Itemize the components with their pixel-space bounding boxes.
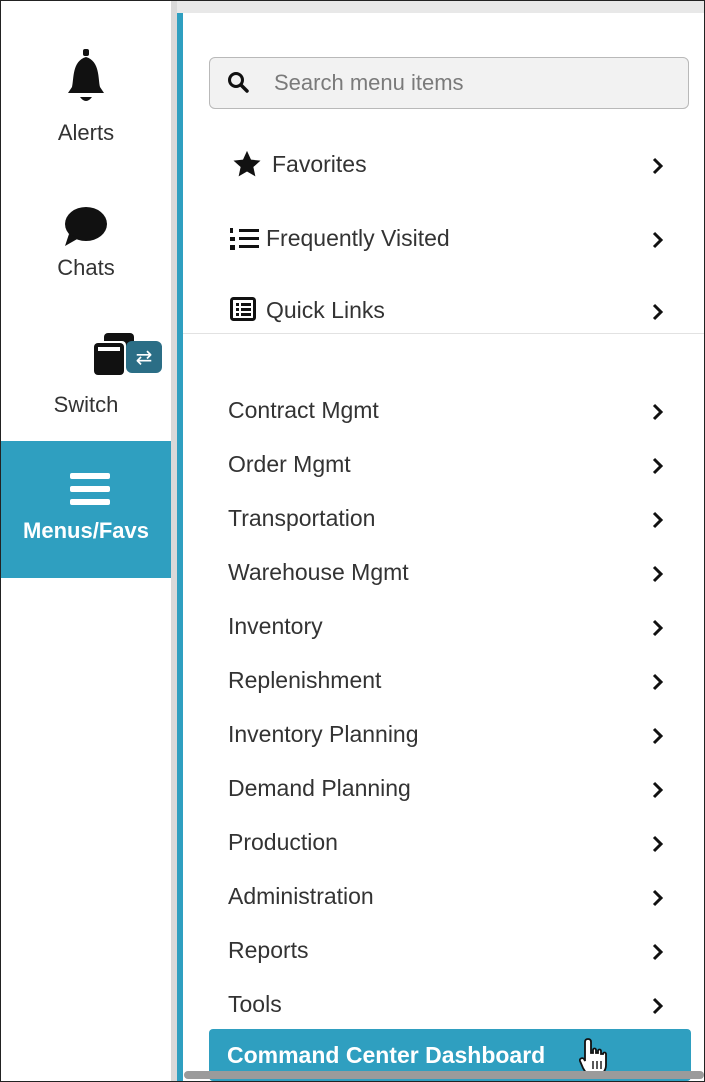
list-box-icon bbox=[230, 297, 256, 327]
menu-item-label: Transportation bbox=[228, 505, 376, 531]
favorites-label: Favorites bbox=[272, 151, 367, 177]
chevron-right-icon bbox=[652, 154, 664, 181]
menu-item[interactable]: Order Mgmt bbox=[228, 443, 678, 483]
menu-item-frequently-visited[interactable]: Frequently Visited bbox=[228, 217, 678, 257]
search-input[interactable] bbox=[272, 68, 676, 98]
left-rail: Alerts Chats Switch ⇄ Menus/Favs bbox=[1, 1, 201, 1081]
menus-favs-label: Menus/Favs bbox=[23, 518, 149, 543]
menu-item[interactable]: Warehouse Mgmt bbox=[228, 551, 678, 591]
chats-label: Chats bbox=[57, 255, 115, 280]
rail-menus-favs[interactable]: Menus/Favs bbox=[1, 441, 201, 578]
menu-panel: Favorites Frequently Visited bbox=[183, 13, 704, 1081]
menu-item-label: Order Mgmt bbox=[228, 451, 351, 477]
menu-item-label: Administration bbox=[228, 883, 374, 909]
top-strip bbox=[177, 1, 704, 13]
rail-alerts[interactable]: Alerts bbox=[1, 49, 171, 146]
numbered-list-icon bbox=[230, 227, 262, 257]
search-icon bbox=[226, 70, 250, 99]
menu-item[interactable]: Demand Planning bbox=[228, 767, 678, 807]
menu-item[interactable]: Administration bbox=[228, 875, 678, 915]
switch-label: Switch bbox=[53, 392, 119, 417]
section-divider bbox=[183, 333, 704, 334]
menu-item-label: Production bbox=[228, 829, 338, 855]
menu-item-label: Replenishment bbox=[228, 667, 382, 693]
star-icon bbox=[232, 149, 262, 185]
swap-icon[interactable]: ⇄ bbox=[126, 341, 162, 373]
chevron-right-icon bbox=[652, 562, 664, 589]
menu-item-label: Contract Mgmt bbox=[228, 397, 379, 423]
menu-item[interactable]: Replenishment bbox=[228, 659, 678, 699]
chevron-right-icon bbox=[652, 940, 664, 967]
chevron-right-icon bbox=[652, 300, 664, 327]
chat-bubble-icon bbox=[1, 206, 171, 253]
menu-item[interactable]: Reports bbox=[228, 929, 678, 969]
menu-item-label: Inventory bbox=[228, 613, 323, 639]
chevron-right-icon bbox=[652, 886, 664, 913]
menu-item-favorites[interactable]: Favorites bbox=[228, 143, 678, 183]
menu-item[interactable]: Inventory Planning bbox=[228, 713, 678, 753]
chevron-right-icon bbox=[652, 454, 664, 481]
rail-chats[interactable]: Chats bbox=[1, 206, 171, 281]
menu-item-label: Tools bbox=[228, 991, 282, 1017]
frequently-visited-label: Frequently Visited bbox=[266, 225, 450, 251]
menu-item-quick-links[interactable]: Quick Links bbox=[228, 289, 678, 329]
quick-links-label: Quick Links bbox=[266, 297, 385, 323]
menu-item[interactable]: Tools bbox=[228, 983, 678, 1023]
hamburger-icon bbox=[70, 471, 110, 512]
chevron-right-icon bbox=[652, 778, 664, 805]
command-center-dashboard-label: Command Center Dashboard bbox=[227, 1042, 546, 1068]
search-box[interactable] bbox=[209, 57, 689, 109]
menu-item[interactable]: Transportation bbox=[228, 497, 678, 537]
horizontal-scrollbar[interactable] bbox=[184, 1071, 704, 1079]
chevron-right-icon bbox=[652, 994, 664, 1021]
menu-item-label: Demand Planning bbox=[228, 775, 411, 801]
app-frame: Alerts Chats Switch ⇄ Menus/Favs Search … bbox=[0, 0, 705, 1082]
menu-item[interactable]: Production bbox=[228, 821, 678, 861]
chevron-right-icon bbox=[652, 616, 664, 643]
menu-item-label: Inventory Planning bbox=[228, 721, 419, 747]
bell-icon bbox=[1, 49, 171, 110]
chevron-right-icon bbox=[652, 832, 664, 859]
chevron-right-icon bbox=[652, 508, 664, 535]
menu-item-label: Reports bbox=[228, 937, 309, 963]
menu-item[interactable]: Inventory bbox=[228, 605, 678, 645]
chevron-right-icon bbox=[652, 724, 664, 751]
menu-item[interactable]: Contract Mgmt bbox=[228, 389, 678, 429]
chevron-right-icon bbox=[652, 228, 664, 255]
chevron-right-icon bbox=[652, 670, 664, 697]
chevron-right-icon bbox=[652, 400, 664, 427]
alerts-label: Alerts bbox=[57, 120, 115, 145]
menu-item-label: Warehouse Mgmt bbox=[228, 559, 409, 585]
